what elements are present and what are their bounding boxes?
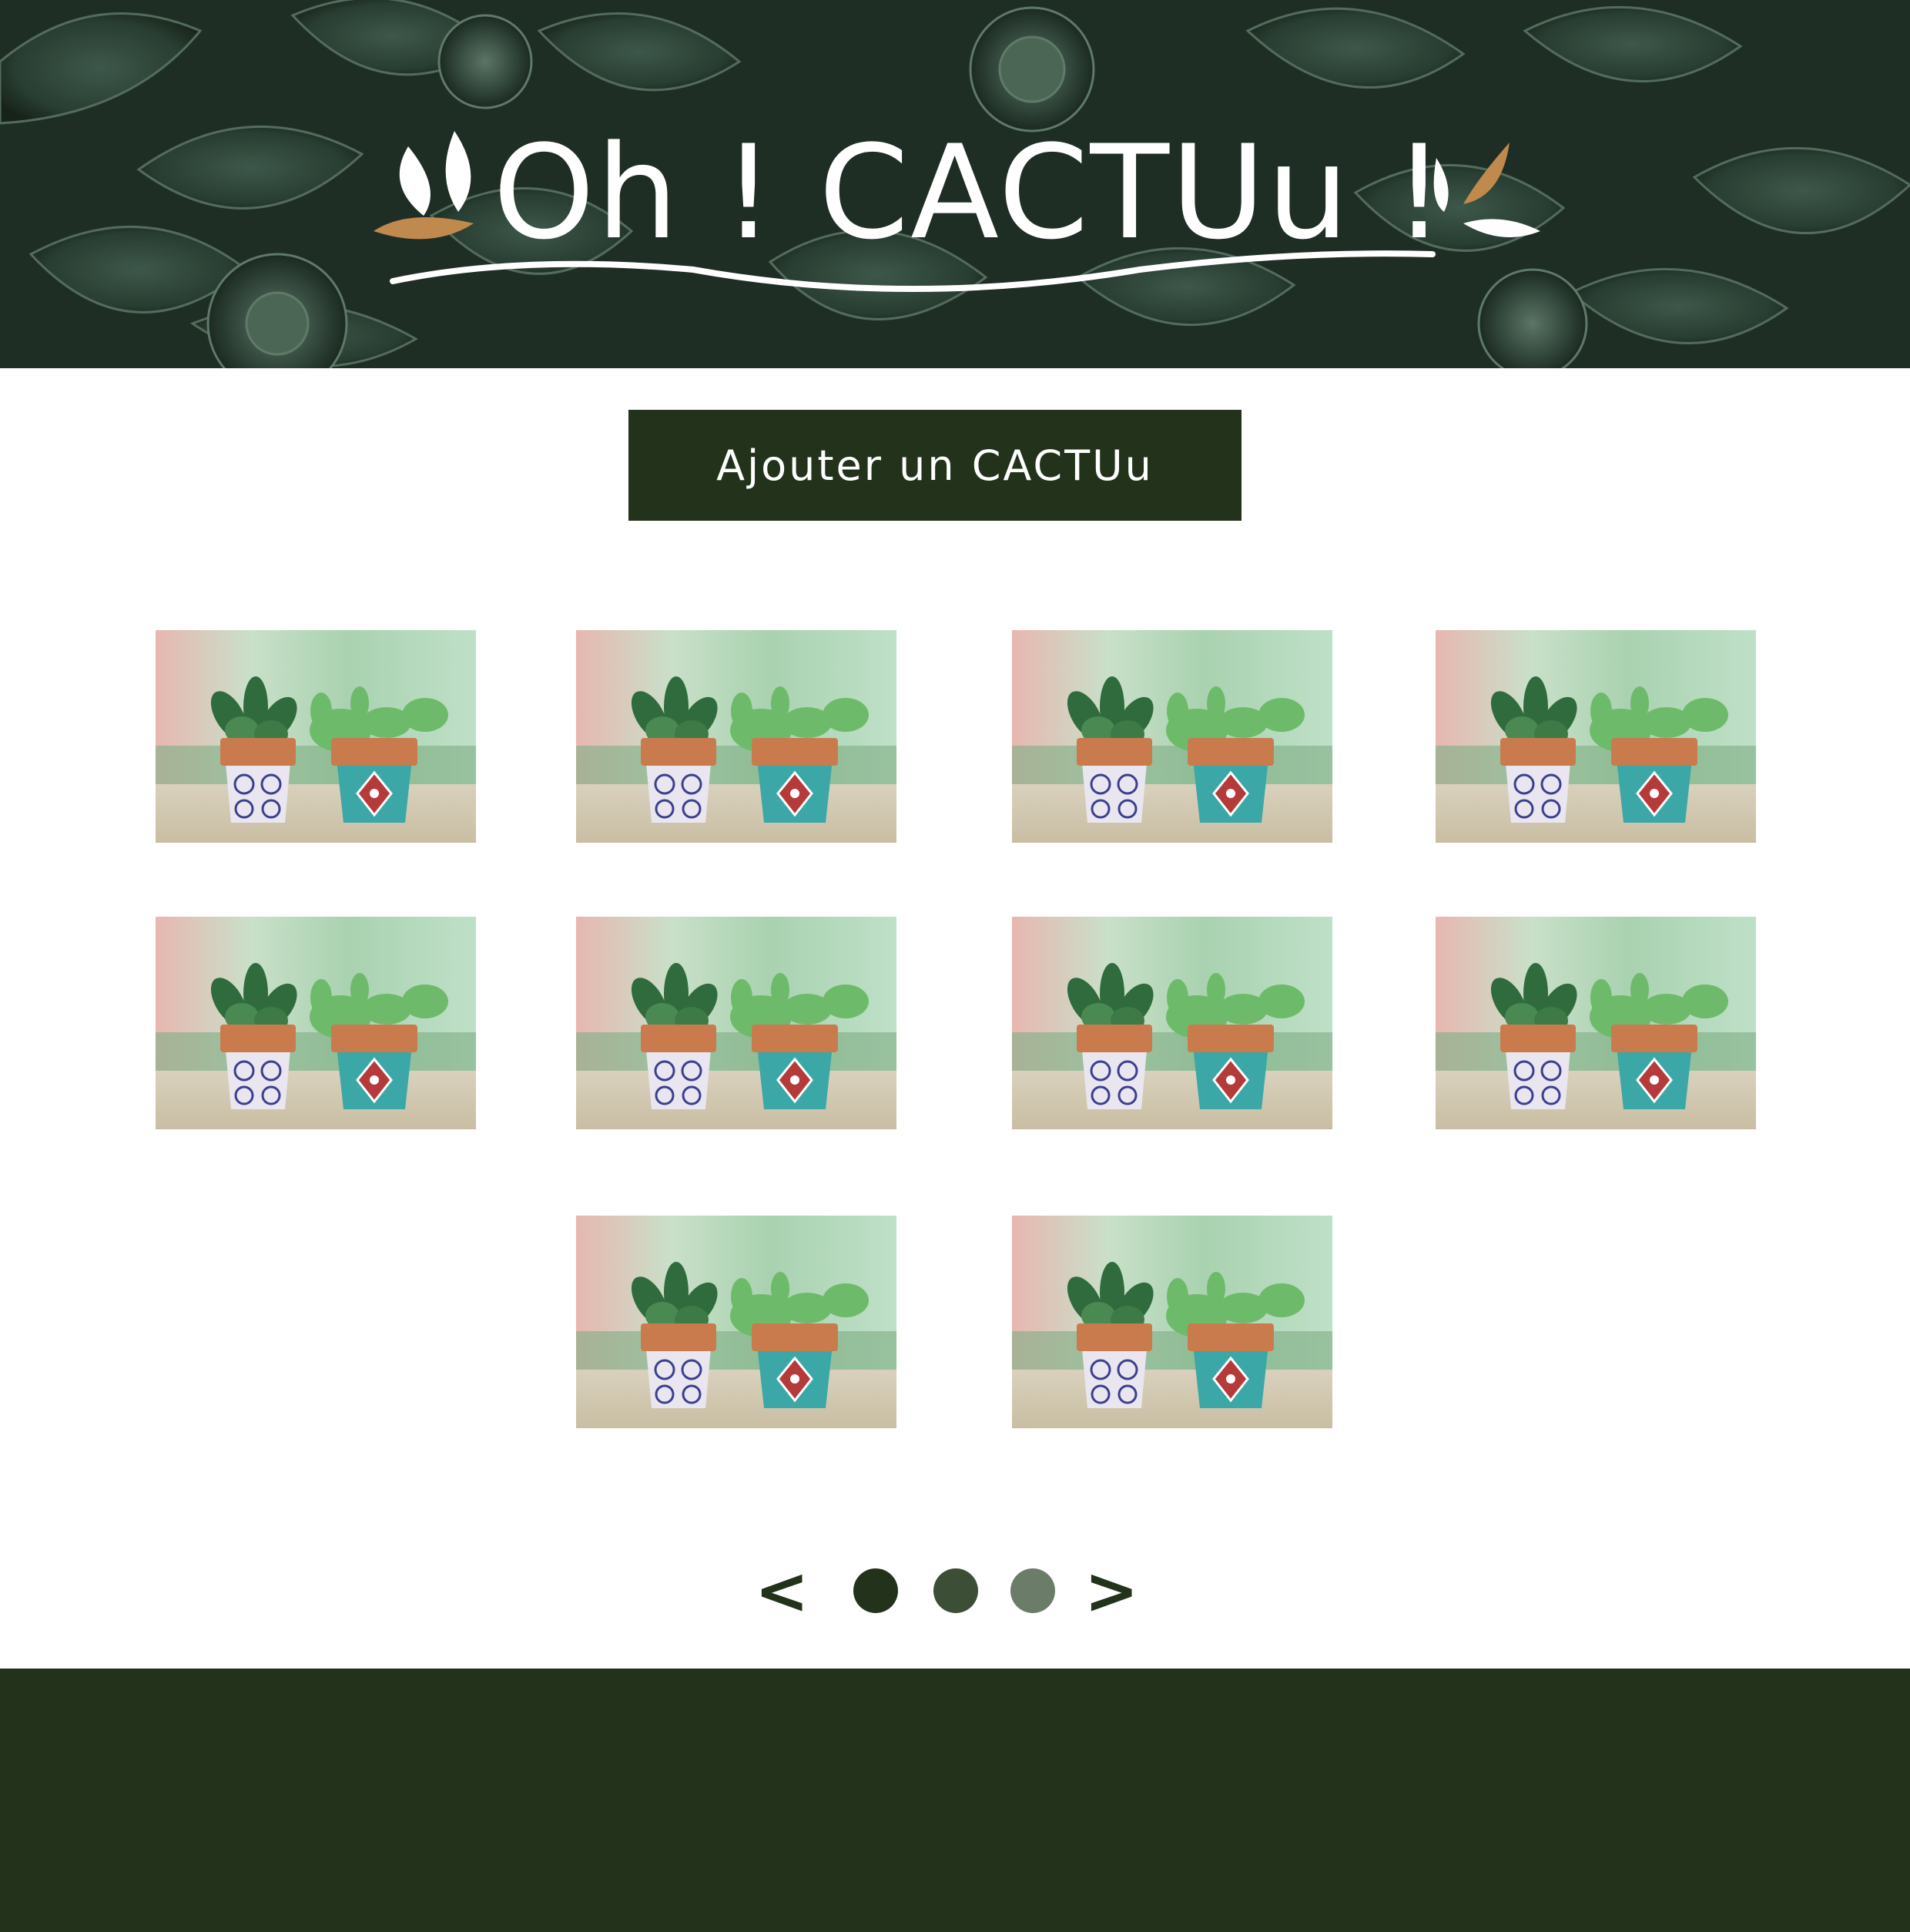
page-dot-2[interactable] — [933, 1568, 978, 1613]
product-card[interactable] — [1012, 1216, 1332, 1428]
pagination: < > — [755, 1556, 1155, 1625]
product-card[interactable] — [1012, 630, 1332, 843]
product-image — [156, 917, 476, 1129]
page-dot-1[interactable] — [853, 1568, 898, 1613]
product-image — [1436, 917, 1756, 1129]
product-card[interactable] — [156, 917, 476, 1129]
chevron-right-icon[interactable]: > — [1084, 1556, 1138, 1625]
product-card[interactable] — [1436, 917, 1756, 1129]
product-image — [1012, 630, 1332, 843]
product-image — [1436, 630, 1756, 843]
page: Oh ! CACTUu ! Ajouter un CACTUu < > — [0, 0, 1910, 1932]
header-banner: Oh ! CACTUu ! — [0, 0, 1910, 368]
product-card[interactable] — [1012, 917, 1332, 1129]
product-image — [576, 917, 896, 1129]
chevron-left-icon[interactable]: < — [755, 1556, 809, 1625]
product-card[interactable] — [1436, 630, 1756, 843]
add-cactus-button[interactable]: Ajouter un CACTUu — [628, 410, 1242, 521]
product-image — [1012, 917, 1332, 1129]
product-card[interactable] — [156, 630, 476, 843]
product-card[interactable] — [576, 630, 896, 843]
product-image — [576, 630, 896, 843]
site-logo[interactable]: Oh ! CACTUu ! — [370, 116, 1556, 316]
page-dot-3[interactable] — [1010, 1568, 1055, 1613]
leaf-icon — [1433, 143, 1540, 237]
product-image — [576, 1216, 896, 1428]
product-image — [1012, 1216, 1332, 1428]
product-card[interactable] — [576, 1216, 896, 1428]
product-image — [156, 630, 476, 843]
product-card[interactable] — [576, 917, 896, 1129]
logo-text: Oh ! CACTUu ! — [493, 117, 1447, 268]
leaf-icon — [374, 131, 474, 240]
footer — [0, 1669, 1910, 1932]
